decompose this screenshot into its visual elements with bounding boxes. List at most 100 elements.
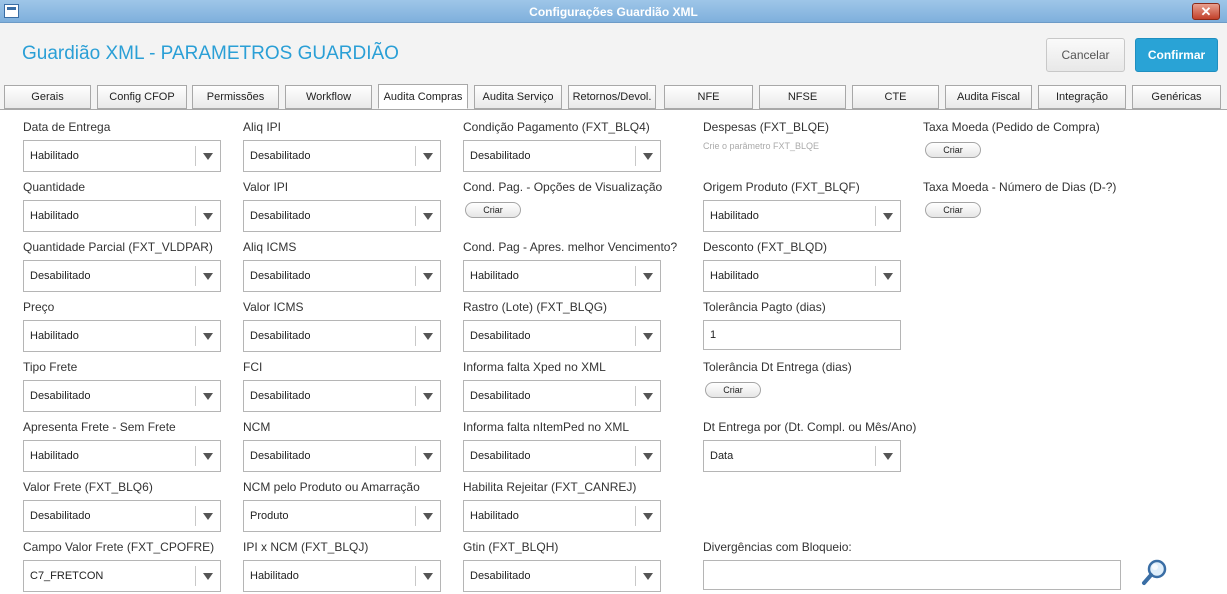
- falta-xped-select[interactable]: Desabilitado: [463, 380, 661, 412]
- tipo-frete-select[interactable]: Desabilitado: [23, 380, 221, 412]
- field-label: Desconto (FXT_BLQD): [703, 240, 828, 254]
- chevron-down-icon: [643, 573, 653, 580]
- field-label: Divergências com Bloqueio:: [703, 540, 852, 554]
- chevron-down-icon: [643, 273, 653, 280]
- origem-produto-select[interactable]: Habilitado: [703, 200, 901, 232]
- ipi-ncm-select[interactable]: Habilitado: [243, 560, 441, 592]
- field-label: Valor Frete (FXT_BLQ6): [23, 480, 153, 494]
- tab-permissoes[interactable]: Permissões: [192, 85, 279, 109]
- divergencias-bloqueio-input[interactable]: [703, 560, 1121, 590]
- quantidade-select[interactable]: Habilitado: [23, 200, 221, 232]
- field-label: IPI x NCM (FXT_BLQJ): [243, 540, 369, 554]
- chevron-down-icon: [203, 273, 213, 280]
- field-label: Habilita Rejeitar (FXT_CANREJ): [463, 480, 637, 494]
- chevron-down-icon: [423, 513, 433, 520]
- chevron-down-icon: [883, 273, 893, 280]
- aliq-ipi-select[interactable]: Desabilitado: [243, 140, 441, 172]
- tab-integracao[interactable]: Integração: [1038, 85, 1126, 109]
- field-label: Data de Entrega: [23, 120, 111, 134]
- chevron-down-icon: [423, 153, 433, 160]
- rastro-lote-select[interactable]: Desabilitado: [463, 320, 661, 352]
- field-label: Quantidade: [23, 180, 86, 194]
- chevron-down-icon: [883, 453, 893, 460]
- chevron-down-icon: [203, 513, 213, 520]
- melhor-vencimento-select[interactable]: Habilitado: [463, 260, 661, 292]
- field-label: Aliq ICMS: [243, 240, 297, 254]
- field-label: Condição Pagamento (FXT_BLQ4): [463, 120, 650, 134]
- habilita-rejeitar-select[interactable]: Habilitado: [463, 500, 661, 532]
- criar-cond-pag-button[interactable]: Criar: [465, 202, 521, 218]
- cancel-button[interactable]: Cancelar: [1046, 38, 1125, 72]
- dt-entrega-por-select[interactable]: Data: [703, 440, 901, 472]
- close-window-button[interactable]: ✕: [1192, 3, 1220, 20]
- chevron-down-icon: [423, 333, 433, 340]
- tab-audita-servico[interactable]: Audita Serviço: [474, 85, 562, 109]
- window-title: Configurações Guardião XML: [529, 5, 698, 19]
- chevron-down-icon: [883, 213, 893, 220]
- tab-workflow[interactable]: Workflow: [285, 85, 372, 109]
- valor-ipi-select[interactable]: Desabilitado: [243, 200, 441, 232]
- tab-retornos-devol[interactable]: Retornos/Devol.: [568, 85, 656, 109]
- field-label: Cond. Pag - Apres. melhor Vencimento?: [463, 240, 678, 254]
- chevron-down-icon: [643, 393, 653, 400]
- field-label: Quantidade Parcial (FXT_VLDPAR): [23, 240, 213, 254]
- tab-gerais[interactable]: Gerais: [4, 85, 91, 109]
- apresenta-frete-select[interactable]: Habilitado: [23, 440, 221, 472]
- campo-valor-frete-select[interactable]: C7_FRETCON: [23, 560, 221, 592]
- field-label: NCM pelo Produto ou Amarração: [243, 480, 420, 494]
- tab-nfe[interactable]: NFE: [664, 85, 753, 109]
- title-bar: Configurações Guardião XML ✕: [0, 0, 1227, 23]
- criar-tolerancia-entrega-button[interactable]: Criar: [705, 382, 761, 398]
- tab-bar: Gerais Config CFOP Permissões Workflow A…: [0, 84, 1227, 110]
- field-label: NCM: [243, 420, 271, 434]
- condicao-pagamento-select[interactable]: Desabilitado: [463, 140, 661, 172]
- tolerancia-pagto-input[interactable]: 1: [703, 320, 901, 350]
- field-label: Informa falta Xped no XML: [463, 360, 606, 374]
- valor-icms-select[interactable]: Desabilitado: [243, 320, 441, 352]
- field-label: Valor IPI: [243, 180, 289, 194]
- gtin-select[interactable]: Desabilitado: [463, 560, 661, 592]
- confirm-button[interactable]: Confirmar: [1135, 38, 1218, 72]
- criar-taxa-moeda-dias-button[interactable]: Criar: [925, 202, 981, 218]
- tab-nfse[interactable]: NFSE: [759, 85, 846, 109]
- field-label: Campo Valor Frete (FXT_CPOFRE): [23, 540, 215, 554]
- chevron-down-icon: [203, 393, 213, 400]
- chevron-down-icon: [643, 513, 653, 520]
- criar-taxa-moeda-button[interactable]: Criar: [925, 142, 981, 158]
- search-icon[interactable]: [1141, 558, 1171, 588]
- dialog-header: Guardião XML - PARAMETROS GUARDIÃO Cance…: [0, 23, 1227, 85]
- field-label: Valor ICMS: [243, 300, 304, 314]
- preco-select[interactable]: Habilitado: [23, 320, 221, 352]
- tab-audita-compras[interactable]: Audita Compras: [378, 84, 468, 109]
- desconto-select[interactable]: Habilitado: [703, 260, 901, 292]
- field-label: Taxa Moeda (Pedido de Compra): [923, 120, 1100, 134]
- field-label: Preço: [23, 300, 55, 314]
- tab-cte[interactable]: CTE: [852, 85, 939, 109]
- field-label: Tipo Frete: [23, 360, 78, 374]
- field-label: Taxa Moeda - Número de Dias (D-?): [923, 180, 1117, 194]
- form-area: Data de Entrega Habilitado Quantidade Ha…: [0, 110, 1227, 594]
- quantidade-parcial-select[interactable]: Desabilitado: [23, 260, 221, 292]
- tab-config-cfop[interactable]: Config CFOP: [97, 85, 187, 109]
- chevron-down-icon: [203, 453, 213, 460]
- chevron-down-icon: [423, 453, 433, 460]
- fci-select[interactable]: Desabilitado: [243, 380, 441, 412]
- aliq-icms-select[interactable]: Desabilitado: [243, 260, 441, 292]
- falta-nitemped-select[interactable]: Desabilitado: [463, 440, 661, 472]
- ncm-select[interactable]: Desabilitado: [243, 440, 441, 472]
- chevron-down-icon: [203, 573, 213, 580]
- chevron-down-icon: [643, 453, 653, 460]
- data-entrega-select[interactable]: Habilitado: [23, 140, 221, 172]
- page-title: Guardião XML - PARAMETROS GUARDIÃO: [22, 43, 399, 64]
- chevron-down-icon: [423, 213, 433, 220]
- tab-audita-fiscal[interactable]: Audita Fiscal: [945, 85, 1032, 109]
- ncm-produto-select[interactable]: Produto: [243, 500, 441, 532]
- field-label: Tolerância Dt Entrega (dias): [703, 360, 852, 374]
- field-label: Cond. Pag. - Opções de Visualização: [463, 180, 663, 194]
- chevron-down-icon: [203, 333, 213, 340]
- field-label: Dt Entrega por (Dt. Compl. ou Mês/Ano): [703, 420, 917, 434]
- tab-genericas[interactable]: Genéricas: [1132, 85, 1221, 109]
- chevron-down-icon: [643, 333, 653, 340]
- field-label: Aliq IPI: [243, 120, 282, 134]
- valor-frete-select[interactable]: Desabilitado: [23, 500, 221, 532]
